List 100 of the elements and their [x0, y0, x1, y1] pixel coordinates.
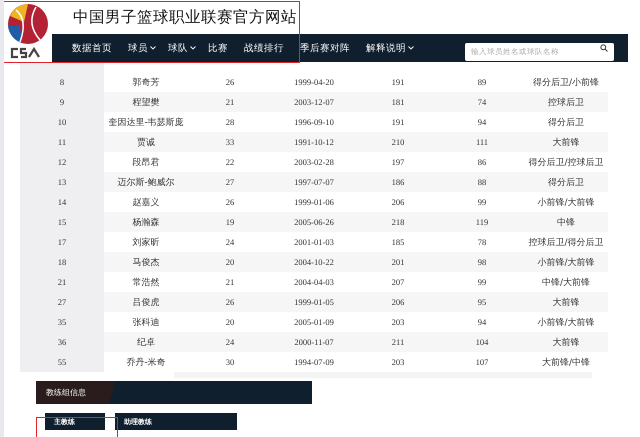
player-weight: 74 — [476, 96, 488, 109]
birth-date: 2003-12-07 — [293, 96, 335, 109]
player-weight: 111 — [474, 136, 490, 149]
player-age: 19 — [224, 216, 236, 229]
player-name: 吕俊虎 — [132, 296, 160, 310]
player-position: 得分后卫/控球后卫 — [527, 156, 605, 170]
birth-date: 2001-01-03 — [293, 236, 335, 249]
player-position: 中锋/大前锋 — [540, 276, 592, 290]
player-name: 马俊杰 — [132, 256, 160, 270]
nav-link[interactable]: 球员 — [128, 42, 156, 54]
player-height: 181 — [390, 96, 406, 109]
player-height: 207 — [390, 276, 406, 289]
player-position: 大前锋 — [552, 336, 580, 350]
birth-date: 1999-01-05 — [293, 296, 335, 309]
player-name: 赵嘉义 — [132, 196, 160, 210]
player-position: 得分后卫 — [547, 176, 585, 190]
player-age: 28 — [224, 116, 236, 129]
player-number: 36 — [20, 332, 104, 352]
player-weight: 99 — [476, 276, 488, 289]
site-title: 中国男子篮球职业联赛官方网站 — [72, 6, 298, 28]
player-number: 55 — [20, 352, 104, 372]
nav-link[interactable]: 战绩排行 — [244, 42, 284, 54]
birth-date: 2003-02-28 — [293, 156, 335, 169]
player-weight: 104 — [474, 336, 490, 349]
player-number: 11 — [20, 132, 104, 152]
birth-date: 1997-07-07 — [293, 176, 335, 189]
section-header: 教练组信息 — [36, 381, 312, 404]
player-height: 197 — [390, 156, 406, 169]
player-number: 18 — [20, 252, 104, 272]
player-number: 12 — [20, 152, 104, 172]
player-weight: 99 — [476, 196, 488, 209]
nav-link[interactable]: 季后赛对阵 — [300, 42, 350, 54]
player-height: 201 — [390, 256, 406, 269]
player-weight: 95 — [476, 296, 488, 309]
player-age: 24 — [224, 236, 236, 249]
player-weight: 86 — [476, 156, 488, 169]
player-name: 纪卓 — [136, 336, 156, 350]
player-age: 26 — [224, 296, 236, 309]
birth-date: 1991-10-12 — [293, 136, 335, 149]
player-position: 控球后卫/得分后卫 — [527, 236, 605, 250]
player-age: 22 — [224, 156, 236, 169]
player-age: 33 — [224, 136, 236, 149]
player-position: 中锋 — [556, 216, 576, 230]
player-position: 小前锋/大前锋 — [536, 256, 596, 270]
nav-link[interactable]: 比赛 — [208, 42, 228, 54]
player-age: 26 — [224, 196, 236, 209]
player-age: 21 — [224, 96, 236, 109]
player-number: 9 — [20, 92, 104, 112]
player-name: 迈尔斯-鲍威尔 — [116, 176, 176, 190]
birth-date: 1996-09-10 — [293, 116, 335, 129]
player-age: 27 — [224, 176, 236, 189]
nav-link[interactable]: 数据首页 — [72, 42, 112, 54]
player-age: 20 — [224, 316, 236, 329]
player-height: 203 — [390, 316, 406, 329]
birth-date: 2004-04-03 — [293, 276, 335, 289]
player-position: 大前锋/中锋 — [540, 356, 592, 370]
player-age: 26 — [224, 76, 236, 89]
player-weight: 88 — [476, 176, 488, 189]
player-height: 206 — [390, 196, 406, 209]
player-age: 21 — [224, 276, 236, 289]
player-name: 奎因达里-韦瑟斯庞 — [107, 116, 185, 130]
player-name: 乔丹-米奇 — [125, 356, 167, 370]
player-height: 218 — [390, 216, 406, 229]
player-age: 20 — [224, 256, 236, 269]
birth-date: 2005-01-09 — [293, 316, 335, 329]
nav-link[interactable]: 球队 — [168, 42, 196, 54]
birth-date: 1999-01-06 — [293, 196, 335, 209]
player-number: 13 — [20, 172, 104, 192]
birth-date: 2004-10-22 — [293, 256, 335, 269]
player-age: 30 — [224, 356, 236, 369]
player-height: 210 — [390, 136, 406, 149]
player-name: 郭奇芳 — [132, 76, 160, 90]
player-height: 191 — [390, 76, 406, 89]
player-number: 15 — [20, 212, 104, 232]
player-name: 张科迪 — [132, 316, 160, 330]
player-position: 大前锋 — [552, 136, 580, 150]
player-number: 27 — [20, 292, 104, 312]
player-weight: 107 — [474, 356, 490, 369]
birth-date: 2000-11-07 — [293, 336, 335, 349]
player-name: 常浩然 — [132, 276, 160, 290]
player-height: 191 — [390, 116, 406, 129]
player-weight: 78 — [476, 236, 488, 249]
player-height: 206 — [390, 296, 406, 309]
player-position: 大前锋 — [552, 296, 580, 310]
player-position: 控球后卫 — [547, 96, 585, 110]
player-position: 得分后卫 — [547, 116, 585, 130]
birth-date: 1999-04-20 — [293, 76, 335, 89]
player-number: 17 — [20, 232, 104, 252]
player-weight: 119 — [474, 216, 490, 229]
player-age: 24 — [224, 336, 236, 349]
player-number: 21 — [20, 272, 104, 292]
player-name: 刘家昕 — [132, 236, 160, 250]
player-position: 小前锋/大前锋 — [536, 196, 596, 210]
player-weight: 98 — [476, 256, 488, 269]
player-name: 程望樊 — [132, 96, 160, 110]
player-name: 贾诚 — [136, 136, 156, 150]
nav-link[interactable]: 解释说明 — [366, 42, 414, 54]
player-height: 185 — [390, 236, 406, 249]
player-weight: 89 — [476, 76, 488, 89]
player-position: 小前锋/大前锋 — [536, 316, 596, 330]
